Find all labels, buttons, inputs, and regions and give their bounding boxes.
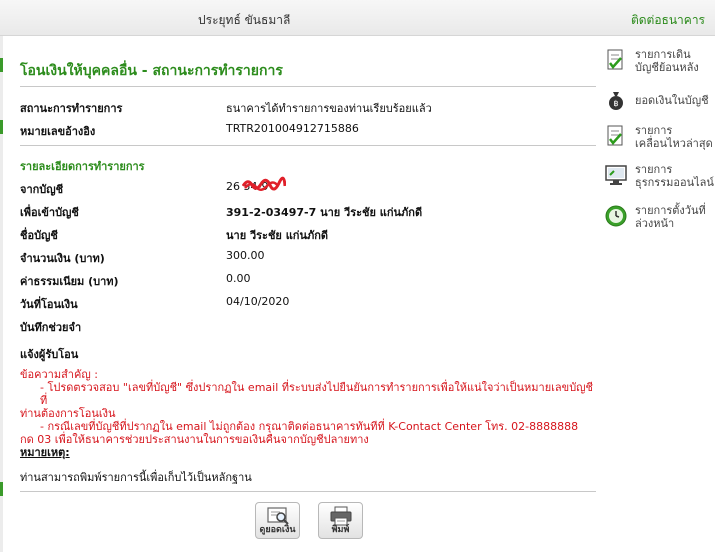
page-title: โอนเงินให้บุคคลอื่น - สถานะการทำรายการ <box>20 63 283 79</box>
from-account-label: จากบัญชี <box>20 183 64 196</box>
left-edge-marker <box>0 120 3 134</box>
status-value: ธนาคารได้ทำรายการของท่านเรียบร้อยแล้ว <box>226 102 432 115</box>
account-name-value: นาย วีระชัย แก่นภักดี <box>226 229 329 242</box>
checklist-icon <box>607 49 623 70</box>
important-title: ข้อความสำคัญ : <box>20 368 98 381</box>
clock-icon <box>605 205 627 227</box>
view-balance-button[interactable]: ดูยอดเงิน <box>255 502 300 539</box>
divider <box>20 86 596 87</box>
divider <box>20 491 596 492</box>
fee-label: ค่าธรรมเนียม (บาท) <box>20 275 119 288</box>
reference-value: TRTR201004912715886 <box>226 122 359 135</box>
to-account-value: 391-2-03497-7 นาย วีระชัย แก่นภักดี <box>226 206 423 219</box>
sidebar-item-label: เคลื่อนไหวล่าสุด <box>635 137 713 150</box>
amount-label: จำนวนเงิน (บาท) <box>20 252 105 265</box>
divider <box>20 145 596 146</box>
money-bag-icon: ฿ <box>609 92 623 110</box>
sidebar-item-label: บัญชีย้อนหลัง <box>635 61 699 74</box>
user-name: ประยุทธ์ ขันธมาลี <box>198 13 291 27</box>
computer-icon <box>605 165 627 185</box>
transfer-date-value: 04/10/2020 <box>226 295 290 308</box>
sidebar-item-label: ยอดเงินในบัญชี <box>635 94 709 107</box>
left-edge <box>0 36 3 552</box>
memo-label: บันทึกช่วยจำ <box>20 321 82 334</box>
details-section-title: รายละเอียดการทำรายการ <box>20 160 145 173</box>
left-edge-marker <box>0 482 3 496</box>
sidebar-item-statement-history[interactable]: รายการเดิน บัญชีย้อนหลัง <box>604 48 712 78</box>
important-line: ท่านต้องการโอนเงิน <box>20 407 116 420</box>
checklist-icon <box>607 125 623 146</box>
notify-recipient-label: แจ้งผู้รับโอน <box>20 348 79 361</box>
left-edge-marker <box>0 58 3 72</box>
print-button[interactable]: พิมพ์ <box>318 502 363 539</box>
sidebar-item-scheduled-transactions[interactable]: รายการตั้งวันที่ ล่วงหน้า <box>604 204 712 234</box>
status-label: สถานะการทำรายการ <box>20 102 123 115</box>
sidebar-item-label: รายการตั้งวันที่ <box>635 204 706 217</box>
sidebar-item-label: รายการ <box>635 163 673 176</box>
amount-value: 300.00 <box>226 249 265 262</box>
sidebar-item-label: รายการเดิน <box>635 48 691 61</box>
sidebar-item-label: ธุรกรรมออนไลน์ <box>635 176 714 189</box>
important-line: กด 03 เพื่อให้ธนาคารช่วยประสานงานในการขอ… <box>20 433 369 446</box>
sidebar-item-label: รายการ <box>635 124 673 137</box>
important-line: - โปรดตรวจสอบ "เลขที่บัญชี" ซึ่งปรากฏใน … <box>40 381 594 407</box>
top-bar: ประยุทธ์ ขันธมาลี ติดต่อธนาคาร <box>0 0 715 36</box>
contact-bank-link[interactable]: ติดต่อธนาคาร <box>631 11 705 30</box>
remark-text: ท่านสามารถพิมพ์รายการนี้เพื่อเก็บไว้เป็น… <box>20 471 252 484</box>
reference-label: หมายเลขอ้างอิง <box>20 125 96 138</box>
redaction-scribble-icon <box>242 176 286 191</box>
view-balance-label: ดูยอดเงิน <box>259 525 296 535</box>
transfer-date-label: วันที่โอนเงิน <box>20 298 78 311</box>
sidebar-item-online-transactions[interactable]: รายการ ธุรกรรมออนไลน์ <box>604 163 714 193</box>
important-line: - กรณีเลขที่บัญชีที่ปรากฏใน email ไม่ถูก… <box>40 420 579 433</box>
sidebar-item-recent-movements[interactable]: รายการ เคลื่อนไหวล่าสุด <box>604 124 713 154</box>
to-account-label: เพื่อเข้าบัญชี <box>20 206 79 219</box>
important-notice: ข้อความสำคัญ : - โปรดตรวจสอบ "เลขที่บัญช… <box>20 368 596 446</box>
sidebar-item-balance[interactable]: ฿ ยอดเงินในบัญชี <box>604 88 712 114</box>
remark-title: หมายเหตุ: <box>20 446 70 459</box>
account-name-label: ชื่อบัญชี <box>20 229 58 242</box>
sidebar-item-label: ล่วงหน้า <box>635 217 675 230</box>
fee-value: 0.00 <box>226 272 251 285</box>
svg-text:฿: ฿ <box>613 99 618 108</box>
print-label: พิมพ์ <box>331 525 350 535</box>
